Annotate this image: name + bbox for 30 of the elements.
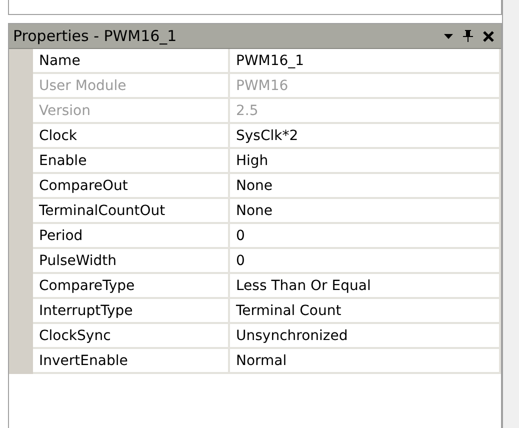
property-name: TerminalCountOut xyxy=(33,199,230,224)
caret-icon xyxy=(444,34,452,38)
property-value[interactable]: PWM16_1 xyxy=(230,49,501,74)
property-name: CompareType xyxy=(33,274,230,299)
panel-title: Properties - PWM16_1 xyxy=(13,27,178,45)
property-value[interactable]: Less Than Or Equal xyxy=(230,274,501,299)
property-name: InvertEnable xyxy=(33,349,230,374)
property-value[interactable]: None xyxy=(230,199,501,224)
property-value[interactable]: SysClk*2 xyxy=(230,124,501,149)
property-value[interactable]: 0 xyxy=(230,249,501,274)
property-name: Enable xyxy=(33,149,230,174)
property-name: Version xyxy=(33,99,230,124)
property-value[interactable]: None xyxy=(230,174,501,199)
property-name: Period xyxy=(33,224,230,249)
property-name: User Module xyxy=(33,74,230,99)
pin-icon xyxy=(463,30,473,42)
property-name: InterruptType xyxy=(33,299,230,324)
property-value[interactable]: Terminal Count xyxy=(230,299,501,324)
pin-button[interactable] xyxy=(461,29,475,43)
property-name: Name xyxy=(33,49,230,74)
property-name: CompareOut xyxy=(33,174,230,199)
property-value[interactable]: 0 xyxy=(230,224,501,249)
property-value[interactable]: High xyxy=(230,149,501,174)
close-button[interactable] xyxy=(481,29,495,43)
property-name: PulseWidth xyxy=(33,249,230,274)
property-value[interactable]: Unsynchronized xyxy=(230,324,501,349)
property-name: ClockSync xyxy=(33,324,230,349)
property-value[interactable]: Normal xyxy=(230,349,501,374)
close-icon xyxy=(482,30,494,42)
property-name: Clock xyxy=(33,124,230,149)
